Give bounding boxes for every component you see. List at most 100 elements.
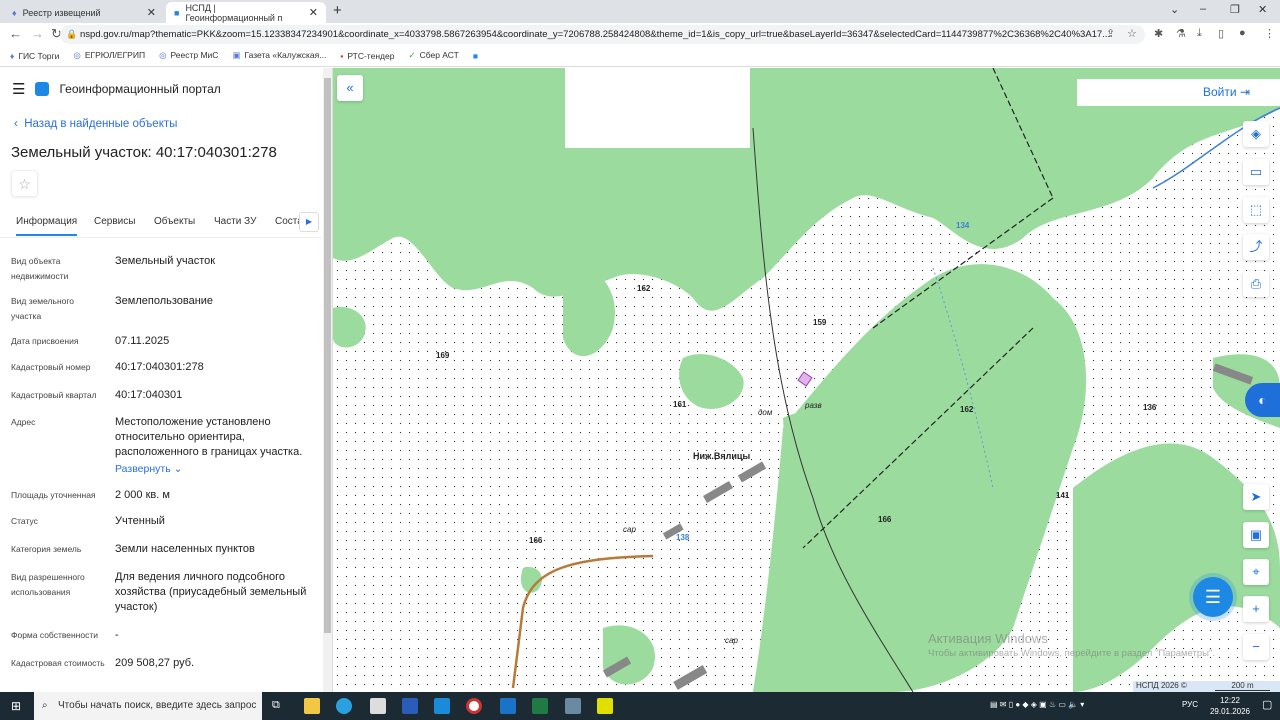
app-home-icon[interactable] (597, 698, 613, 714)
url-input[interactable]: nspd.gov.ru/map?thematic=PKK&zoom=15.123… (60, 25, 1145, 44)
tab-label: Реестр извещений (22, 7, 101, 18)
taskbar-search[interactable]: ⌕ Чтобы начать поиск, введите здесь запро… (34, 692, 262, 720)
menu-dots-icon[interactable]: ⋮ (1264, 27, 1275, 40)
outlook-icon[interactable] (500, 698, 516, 714)
elevation-label: 159 (813, 318, 827, 327)
field-label: Категория земель (11, 544, 82, 554)
tab-nspd[interactable]: ■ НСПД | Геоинформационный п ✕ (166, 2, 326, 23)
task-view-icon[interactable]: ⧉ (272, 699, 280, 712)
excel-icon[interactable] (532, 698, 548, 714)
lock-icon: 🔒 (66, 29, 78, 39)
elevation-label: 138 (676, 533, 690, 542)
download-icon[interactable]: ⤓ (1197, 27, 1202, 40)
tax-icon: ◎ (73, 50, 81, 60)
nspd-icon: ■ (472, 50, 478, 61)
language-indicator[interactable]: РУС (1182, 700, 1198, 709)
tab-registry[interactable]: ♦ Реестр извещений ✕ (4, 2, 164, 23)
restore-icon[interactable]: ❐ (1230, 3, 1240, 16)
explorer-icon[interactable] (304, 698, 320, 714)
village-label: Ниж.Вялицы (693, 451, 751, 461)
sidebar-icon[interactable]: ▯ (1218, 27, 1224, 40)
bookmark-rts[interactable]: ▪ РТС-тендер (340, 51, 394, 61)
card-tabs: Информация Сервисы Объекты Части ЗУ Сост… (0, 208, 322, 238)
calculator-icon[interactable] (565, 698, 581, 714)
windows-start-icon[interactable]: ⊞ (11, 699, 21, 713)
expand-address-link[interactable]: Развернуть ⌄ (115, 462, 320, 477)
lab-icon[interactable]: ⚗ (1176, 27, 1186, 40)
bookmark-egrul[interactable]: ◎ ЕГРЮЛ/ЕГРИП (73, 50, 145, 61)
field-label: Форма собственности (11, 630, 98, 640)
tab-services[interactable]: Сервисы (94, 216, 135, 227)
chrome-icon[interactable] (466, 698, 482, 714)
field-label: Вид объекта недвижимости (11, 256, 69, 281)
profile-icon[interactable]: ● (1239, 27, 1246, 39)
zoom-in-button[interactable]: + (1243, 596, 1269, 622)
close-window-icon[interactable]: ✕ (1258, 3, 1267, 16)
chat-support-button[interactable]: ☰ (1193, 577, 1233, 617)
extensions-icon[interactable]: ✱ (1154, 27, 1163, 40)
tab-objects[interactable]: Объекты (154, 216, 195, 227)
field-label: Статус (11, 516, 38, 526)
mail-icon[interactable] (434, 698, 450, 714)
field-value: - (115, 629, 119, 641)
eagle-icon: ♦ (12, 7, 17, 18)
map-canvas[interactable]: 162 159 169 161 162 136 141 166 166 134 … (333, 68, 1280, 692)
minimap-button[interactable]: ▣ (1243, 522, 1269, 548)
forward-icon[interactable]: → (31, 26, 44, 41)
zoom-out-button[interactable]: − (1243, 634, 1269, 660)
forest-area (753, 264, 1087, 692)
elevation-label: 166 (529, 536, 543, 545)
scrollbar-thumb[interactable] (324, 78, 331, 633)
notifications-icon[interactable]: ▢ (1262, 698, 1272, 711)
tray-icons[interactable]: ▤ ✉ ▯ ● ◆ ◈ ▣ ♨ ▭ 🔈 ▾ (990, 700, 1084, 709)
tabs-scroll-right-button[interactable]: ▶ (299, 212, 319, 232)
bookmark-reestr-mis[interactable]: ◎ Реестр МиС (159, 50, 218, 61)
bookmark-gis-torgi[interactable]: ♦ ГИС Торги (10, 51, 59, 61)
hamburger-menu-icon[interactable]: ☰ (12, 80, 25, 98)
share-button[interactable]: ⤴ (1243, 234, 1269, 260)
back-icon[interactable]: ← (9, 26, 22, 41)
geolocate-button[interactable]: ➤ (1243, 484, 1269, 510)
check-icon: ✓ (408, 50, 416, 60)
store-icon[interactable] (370, 698, 386, 714)
location-pin-button[interactable]: ⌖ (1243, 559, 1269, 585)
minimize-icon[interactable]: – (1200, 3, 1206, 15)
close-icon[interactable]: ✕ (309, 6, 318, 19)
map-label: дом (758, 408, 773, 417)
login-button[interactable]: Войти ⇥ (1077, 79, 1280, 106)
edge-icon[interactable] (336, 698, 352, 714)
print-button[interactable]: ⎙ (1243, 271, 1269, 297)
field-value: 40:17:040301 (115, 389, 183, 401)
field-value: Местоположение установлено относительно … (115, 416, 303, 458)
field-label: Вид земельного участка (11, 296, 75, 321)
object-card-panel: ☰ Геоинформационный портал ‹ Назад в найд… (0, 68, 333, 692)
newspaper-icon: ▣ (232, 50, 241, 60)
word-icon[interactable] (402, 698, 418, 714)
new-tab-button[interactable]: + (333, 2, 342, 19)
close-icon[interactable]: ✕ (147, 6, 156, 19)
field-value: 07.11.2025 (115, 335, 170, 347)
rts-icon: ▪ (340, 50, 344, 61)
select-area-button[interactable]: ⬚ (1243, 197, 1269, 223)
bookmark-gazeta[interactable]: ▣ Газета «Калужская... (232, 50, 326, 61)
chevron-down-icon[interactable]: ⌄ (1170, 3, 1179, 16)
back-to-results-link[interactable]: ‹ Назад в найденные объекты (14, 118, 177, 130)
favorite-star-icon[interactable]: ☆ (11, 170, 38, 197)
layers-button[interactable]: ◈ (1243, 121, 1269, 147)
bookmark-nspd[interactable]: ■ (473, 51, 482, 61)
tab-parts[interactable]: Части ЗУ (214, 216, 256, 227)
panel-scrollbar[interactable] (323, 68, 332, 692)
share-icon[interactable]: ⇪ (1106, 27, 1115, 40)
field-value: 40:17:040301:278 (115, 361, 204, 373)
map-attribution: НСПД 2026 © 200 m (1133, 681, 1280, 692)
ruler-button[interactable]: ▭ (1243, 159, 1269, 185)
clock[interactable]: 12:22 29.01.2026 (1210, 695, 1250, 717)
bookmark-sber-ast[interactable]: ✓ Сбер АСТ (408, 50, 458, 61)
tab-information[interactable]: Информация (16, 216, 78, 236)
taskbar: ⊞ ⌕ Чтобы начать поиск, введите здесь зап… (0, 692, 1280, 720)
assistant-widget-button[interactable]: ◐ (1245, 383, 1280, 417)
bookmark-star-icon[interactable]: ☆ (1127, 27, 1137, 40)
field-value: Учтенный (115, 515, 165, 527)
collapse-panel-button[interactable]: « (337, 75, 363, 101)
field-value: 209 508,27 руб. (115, 657, 195, 669)
